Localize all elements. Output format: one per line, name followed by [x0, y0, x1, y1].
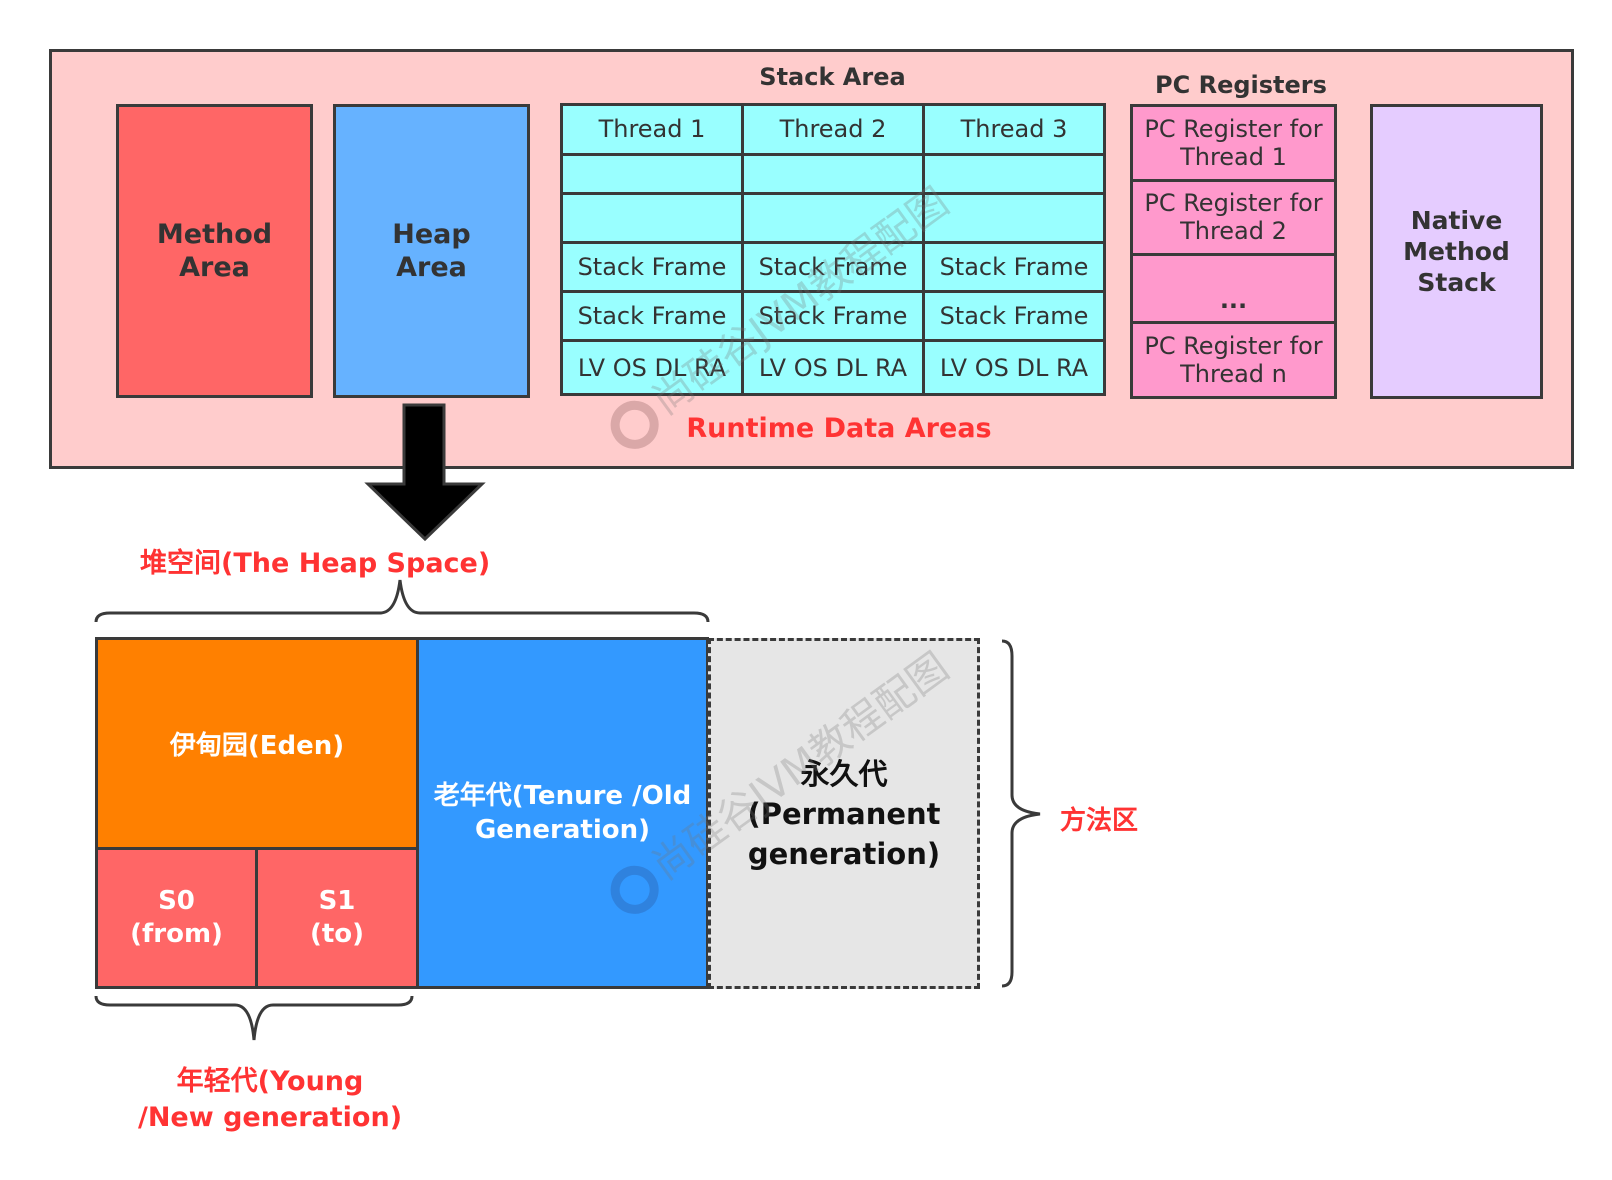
survivor-s1: S1 (to) [258, 850, 416, 986]
heap-space-brace [94, 579, 710, 623]
eden-space: 伊甸园(Eden) [98, 640, 416, 847]
watermark-bottom: 尚硅谷JVM教程配图 [601, 644, 1082, 924]
young-generation-label: 年轻代(Young /New generation) [137, 1066, 403, 1133]
survivor-s0: S0 (from) [98, 850, 255, 986]
method-area-brace [1001, 639, 1041, 988]
eden-label: 伊甸园(Eden) [169, 731, 345, 761]
braces-layer [94, 579, 1041, 1041]
watermark-top: 尚硅谷JVM教程配图 [601, 179, 1082, 459]
s1-label: S1 (to) [309, 886, 365, 949]
young-generation-brace [94, 995, 414, 1041]
old-generation: 老年代(Tenure /Old Generation) [419, 640, 706, 986]
s0-label: S0 (from) [130, 886, 223, 949]
method-area-cn-label: 方法区 [1060, 805, 1139, 836]
